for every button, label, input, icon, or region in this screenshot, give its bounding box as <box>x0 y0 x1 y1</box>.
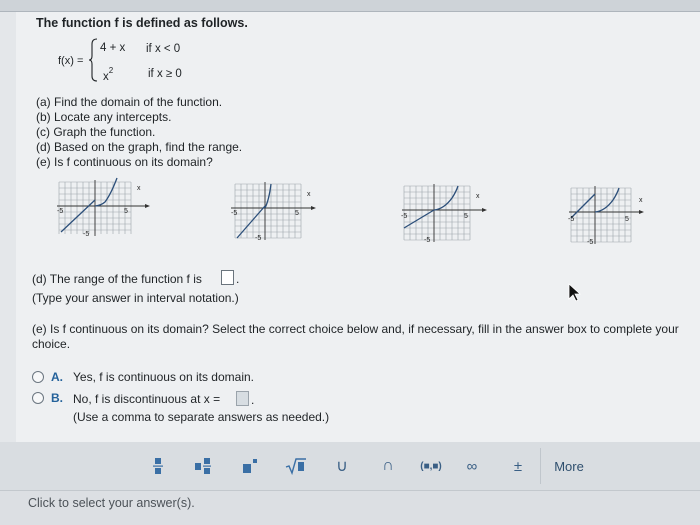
option-a-text[interactable]: Yes, f is continuous on its domain. <box>73 370 254 384</box>
graph3-tick-neg: -5 <box>401 213 407 220</box>
discontinuity-answer-box[interactable] <box>236 391 249 406</box>
part-e-text: (e) Is f continuous on its domain? <box>36 155 213 169</box>
exponent-icon <box>243 459 257 473</box>
piece2-base: x <box>103 70 109 83</box>
graph-option-3[interactable]: x -5 5 -5 <box>400 182 500 244</box>
graph1-x-arrow <box>145 204 150 208</box>
graph-option-4[interactable]: x -5 5 -5 <box>567 184 667 246</box>
graph2-tick-y-neg: -5 <box>255 235 261 242</box>
more-button[interactable]: More <box>548 452 590 480</box>
mouse-cursor-icon <box>568 283 582 302</box>
piece2-condition: if x ≥ 0 <box>148 68 182 80</box>
graph-option-1[interactable]: x -5 5 -5 <box>55 176 155 238</box>
option-b-letter[interactable]: B. <box>51 391 63 405</box>
graph1-line-piece <box>60 199 96 233</box>
part-d-suffix: . <box>236 272 240 286</box>
fx-label: f(x) = <box>58 55 84 67</box>
graph3-line-piece <box>403 209 435 229</box>
toolbar-separator <box>540 448 541 484</box>
graph2-tick-neg: -5 <box>231 210 237 217</box>
graph4-tick-y-neg: -5 <box>587 239 593 246</box>
interval-notation-button[interactable]: (■,■) <box>412 452 450 480</box>
graph3-x-arrow <box>482 208 487 212</box>
part-d-hint: (Type your answer in interval notation.) <box>32 291 239 305</box>
graph4-tick-neg: -5 <box>568 216 574 223</box>
option-a-radio[interactable] <box>32 371 44 383</box>
option-b-radio[interactable] <box>32 392 44 404</box>
graph2-x-arrow <box>311 206 316 210</box>
graph4-x-label: x <box>639 197 643 204</box>
graph3-x-label: x <box>476 193 480 200</box>
problem-title: The function f is defined as follows. <box>36 16 248 30</box>
mixed-number-icon <box>195 458 211 474</box>
square-root-icon <box>285 458 306 476</box>
plus-minus-button[interactable]: ± <box>502 452 534 480</box>
option-b-text[interactable]: No, f is discontinuous at x = <box>73 392 220 406</box>
top-strip <box>0 0 700 12</box>
graph4-x-arrow <box>639 210 644 214</box>
intersection-button[interactable]: ∩ <box>372 452 404 480</box>
piece1-condition: if x < 0 <box>146 43 181 55</box>
part-b-text: (b) Locate any intercepts. <box>36 110 172 124</box>
graph1-tick-neg: -5 <box>57 208 63 215</box>
exponent-button[interactable] <box>234 452 266 480</box>
part-d-prompt: (d) The range of the function f is <box>32 272 202 286</box>
option-b-hint: (Use a comma to separate answers as need… <box>73 410 330 424</box>
part-a-text: (a) Find the domain of the function. <box>36 95 223 109</box>
piece1-expression: 4 + x <box>100 42 126 54</box>
union-button[interactable]: ∪ <box>326 452 358 480</box>
infinity-button[interactable]: ∞ <box>456 452 488 480</box>
graph3-tick-y-neg: -5 <box>424 237 430 244</box>
graph4-tick-pos: 5 <box>625 216 629 223</box>
piece2-exponent: 2 <box>108 66 114 75</box>
part-e-prompt-line1: (e) Is f continuous on its domain? Selec… <box>32 322 679 336</box>
graph-option-2[interactable]: x -5 5 -5 <box>229 180 329 242</box>
graph2-x-label: x <box>307 191 311 198</box>
square-root-button[interactable] <box>280 452 312 480</box>
piece2-expression: x2 <box>103 66 114 83</box>
graph1-tick-y-neg: -5 <box>83 231 89 238</box>
option-b-suffix: . <box>251 393 255 407</box>
status-message: Click to select your answer(s). <box>28 496 195 510</box>
part-c-text: (c) Graph the function. <box>36 125 156 139</box>
graph2-tick-pos: 5 <box>295 210 299 217</box>
part-e-prompt-line2: choice. <box>32 337 71 351</box>
option-a-letter[interactable]: A. <box>51 370 63 384</box>
graph1-x-label: x <box>137 185 141 192</box>
mixed-number-button[interactable] <box>188 452 220 480</box>
range-answer-box[interactable] <box>221 270 234 285</box>
piecewise-brace <box>88 38 98 82</box>
fraction-button[interactable] <box>142 452 174 480</box>
graph1-tick-pos: 5 <box>124 208 128 215</box>
fraction-icon <box>153 458 163 474</box>
part-d-text: (d) Based on the graph, find the range. <box>36 140 243 154</box>
graph3-tick-pos: 5 <box>464 213 468 220</box>
